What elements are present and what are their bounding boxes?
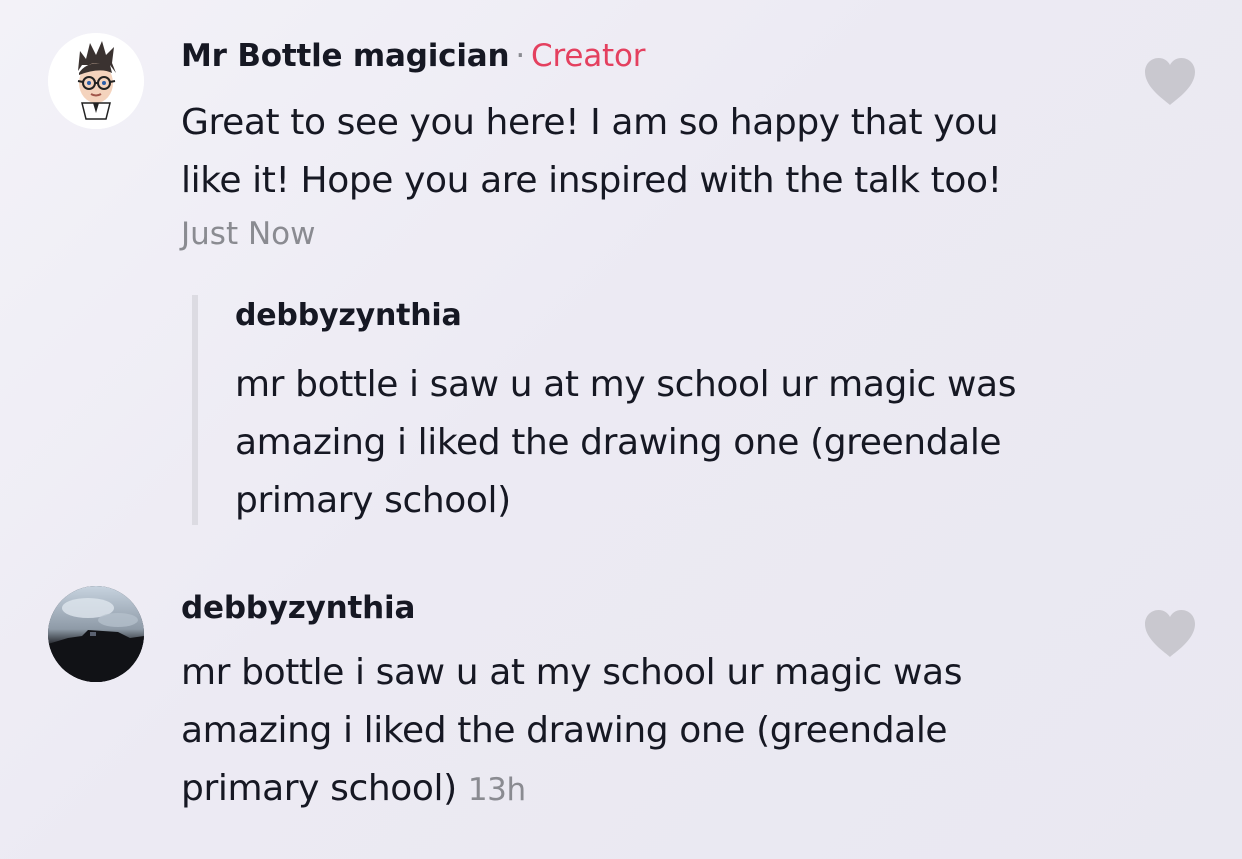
comment-text-line: amazing i liked the drawing one (greenda… (181, 710, 948, 751)
username[interactable]: Mr Bottle magician (181, 38, 510, 74)
quoted-text: mr bottle i saw u at my school ur magic … (235, 356, 1115, 530)
comment-text-line: like it! Hope you are inspired with the … (181, 160, 1002, 201)
creator-badge: Creator (531, 38, 646, 74)
sky-photo-avatar-icon (48, 586, 144, 682)
cartoon-magician-avatar-icon (48, 33, 144, 129)
separator-dot: · (515, 38, 526, 74)
comment-text-line-last: primary school) 13h (181, 760, 1081, 819)
comment-header: Mr Bottle magician · Creator (181, 38, 645, 74)
comment-text: Great to see you here! I am so happy tha… (181, 94, 1081, 210)
comment-text-last-segment: primary school) (181, 768, 457, 809)
quoted-username[interactable]: debbyzynthia (235, 298, 462, 333)
quoted-text-line: primary school) (235, 480, 511, 521)
quote-bar (192, 295, 198, 525)
avatar-debbyzynthia[interactable] (48, 586, 144, 682)
heart-icon[interactable] (1143, 57, 1197, 107)
comment-timestamp: 13h (467, 772, 526, 808)
quoted-text-line: mr bottle i saw u at my school ur magic … (235, 364, 1017, 405)
comment-text-line: mr bottle i saw u at my school ur magic … (181, 652, 963, 693)
comment-timestamp: Just Now (181, 216, 316, 252)
heart-icon[interactable] (1143, 609, 1197, 659)
username[interactable]: debbyzynthia (181, 590, 415, 626)
quoted-text-line: amazing i liked the drawing one (greenda… (235, 422, 1002, 463)
comment-text-line: Great to see you here! I am so happy tha… (181, 102, 999, 143)
comment-text: mr bottle i saw u at my school ur magic … (181, 644, 1081, 819)
avatar-mr-bottle[interactable] (48, 33, 144, 129)
